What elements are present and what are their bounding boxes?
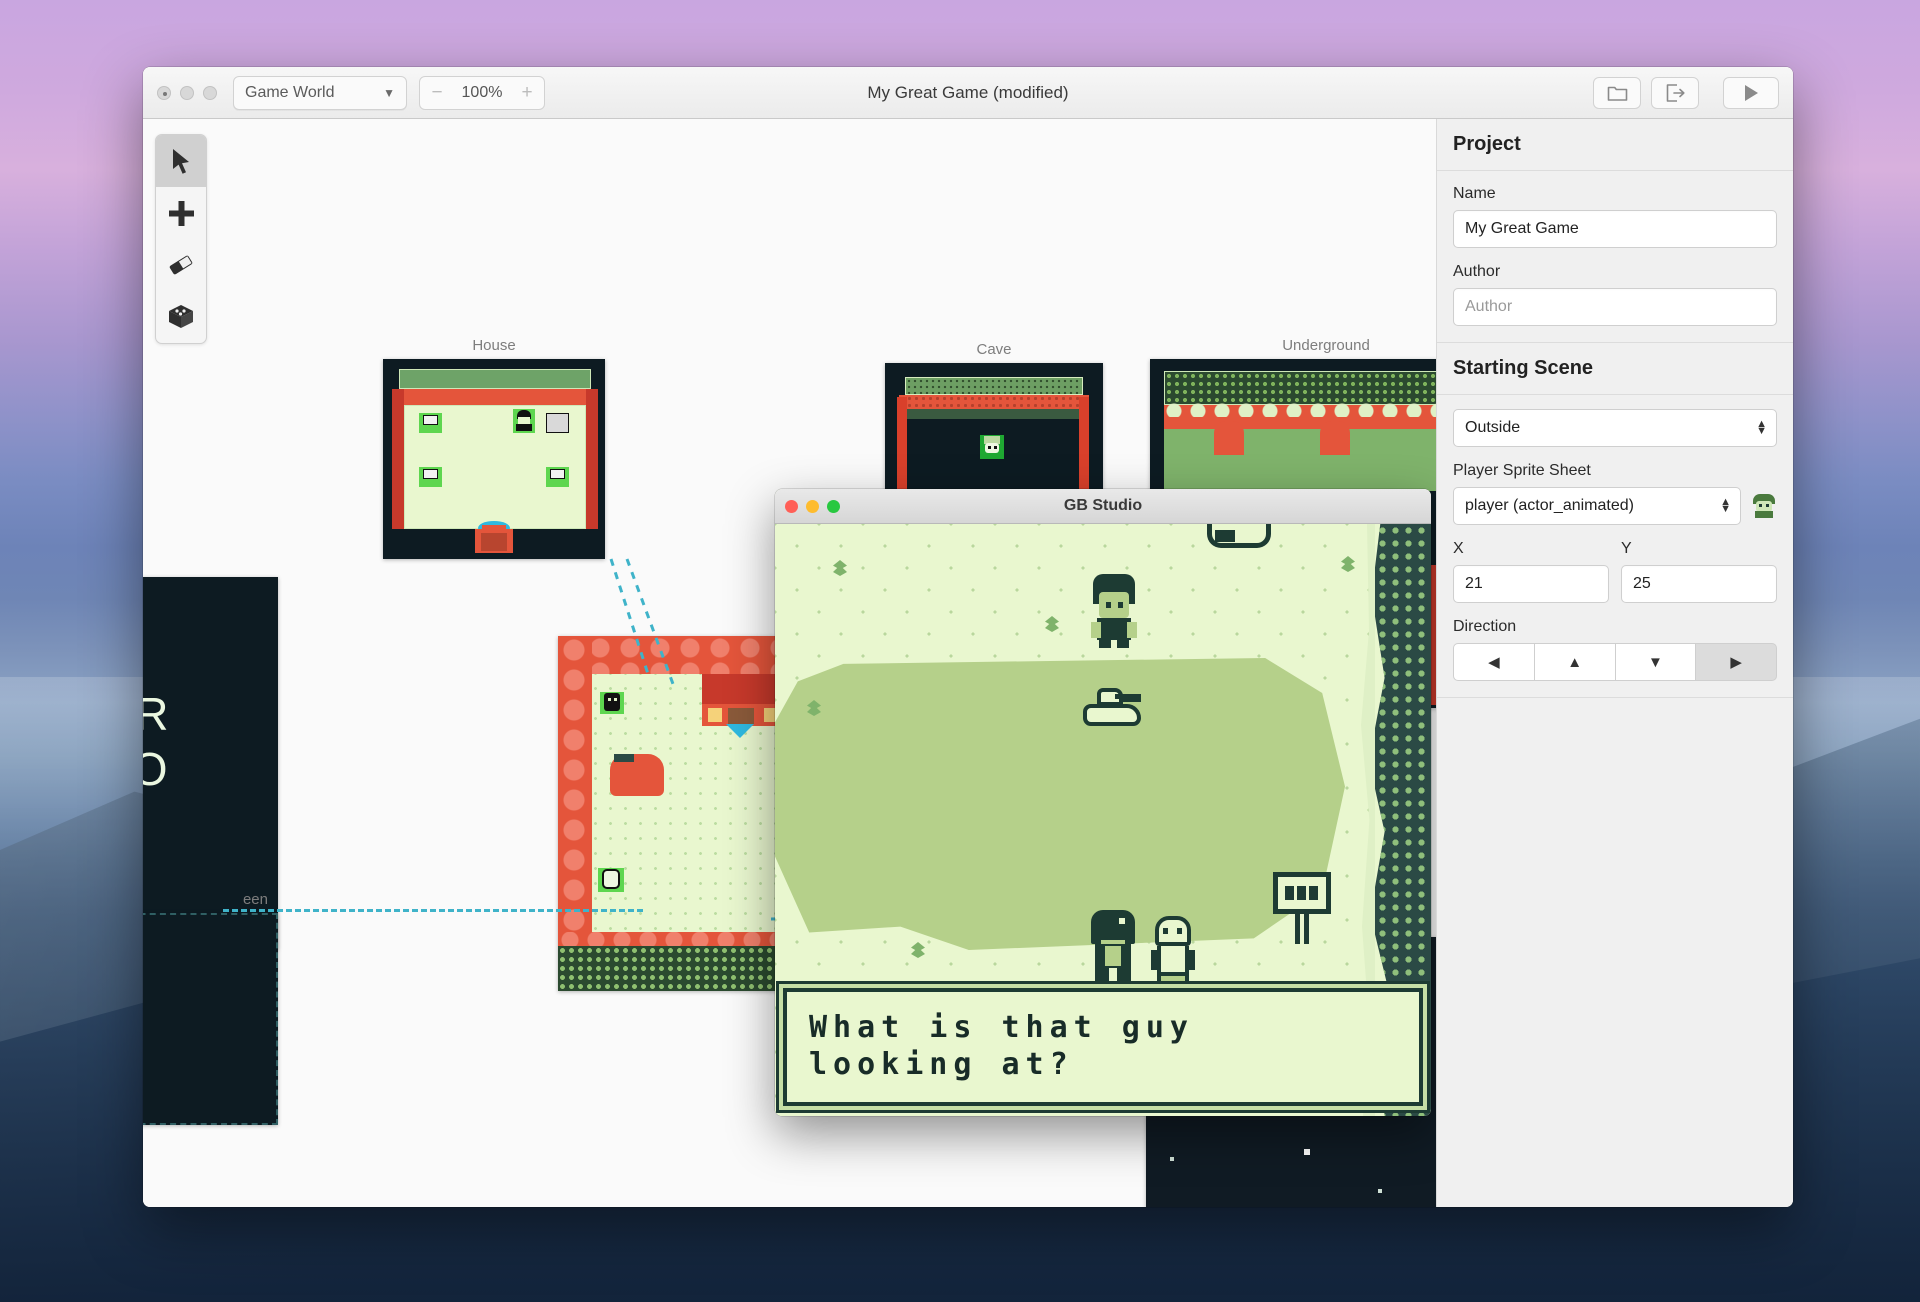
gb-npc-girl — [1149, 916, 1197, 988]
y-label: Y — [1621, 540, 1632, 557]
zoom-in-button[interactable]: + — [516, 82, 538, 104]
scene-underground-label: Underground — [1282, 337, 1370, 354]
scene-cave-image[interactable] — [885, 363, 1103, 493]
stepper-icon: ▲ ▼ — [1720, 496, 1731, 515]
export-icon — [1666, 83, 1685, 102]
direction-up-button[interactable]: ▲ — [1534, 643, 1616, 681]
gb-window-controls[interactable] — [785, 499, 840, 513]
folder-icon — [1607, 86, 1627, 101]
direction-button-group[interactable]: ◀ ▲ ▼ ▶ — [1453, 643, 1777, 681]
name-label: Name — [1453, 185, 1496, 202]
scene-house[interactable]: House — [383, 337, 605, 559]
world-select[interactable]: Game World ▼ — [233, 75, 407, 110]
direction-right-button[interactable]: ▶ — [1696, 643, 1777, 681]
titlebar-actions — [1593, 76, 1779, 109]
player-sprite-row: player (actor_animated) ▲ ▼ — [1453, 487, 1777, 525]
tile-tool[interactable] — [156, 291, 206, 343]
window-titlebar: Game World ▼ − 100% + My Great Game (mod… — [143, 67, 1793, 119]
scene-cave[interactable]: Cave — [885, 341, 1103, 493]
zoom-control[interactable]: − 100% + — [419, 75, 545, 110]
tool-palette[interactable] — [155, 134, 207, 344]
eraser-tool[interactable] — [156, 239, 206, 291]
logo-text-line2: GO — [143, 742, 172, 796]
player-sprite-select[interactable]: player (actor_animated) ▲ ▼ — [1453, 487, 1741, 525]
gb-minimize-button[interactable] — [806, 499, 819, 513]
run-button[interactable] — [1723, 76, 1779, 109]
player-position-row: X 21 Y 25 — [1453, 540, 1777, 603]
open-project-button[interactable] — [1593, 76, 1641, 109]
player-sprite-preview — [1751, 493, 1777, 519]
gb-window-titlebar: GB Studio — [775, 489, 1431, 524]
export-button[interactable] — [1651, 76, 1699, 109]
direction-down-button[interactable]: ▼ — [1615, 643, 1697, 681]
gb-dialogue-box[interactable]: What is that guy looking at? — [783, 988, 1423, 1106]
scene-house-label: House — [472, 337, 516, 354]
world-canvas[interactable]: UR GO een LE EN House — [143, 119, 1437, 1207]
minimize-button[interactable] — [180, 85, 194, 100]
player-sprite-value: player (actor_animated) — [1465, 497, 1634, 514]
gb-maximize-button[interactable] — [827, 499, 840, 513]
add-tool[interactable] — [156, 187, 206, 239]
play-icon — [1745, 84, 1758, 101]
gb-signpost — [1273, 872, 1333, 944]
starting-scene-section: Outside ▲ ▼ Player Sprite Sheet player (a… — [1437, 395, 1793, 698]
player-sprite-label: Player Sprite Sheet — [1453, 462, 1591, 479]
stepper-icon: ▲ ▼ — [1756, 418, 1767, 437]
gb-dialogue-text: What is that guy looking at? — [809, 1010, 1194, 1082]
direction-label: Direction — [1453, 618, 1517, 635]
main-window: Game World ▼ − 100% + My Great Game (mod… — [143, 67, 1793, 1207]
world-select-label: Game World — [245, 83, 335, 101]
cube-icon — [169, 305, 193, 328]
player-y-input[interactable]: 25 — [1621, 565, 1777, 603]
logo-text-line1: UR — [143, 687, 172, 741]
gb-studio-preview-window[interactable]: GB Studio What is that guy looking at? — [775, 489, 1431, 1116]
gb-duck — [1083, 688, 1145, 732]
gb-close-button[interactable] — [785, 499, 798, 513]
starting-scene-header: Starting Scene — [1437, 343, 1793, 395]
plus-icon — [168, 200, 194, 226]
project-name-input[interactable]: My Great Game — [1453, 210, 1777, 248]
window-body: UR GO een LE EN House — [143, 119, 1793, 1207]
author-input[interactable]: Author — [1453, 288, 1777, 326]
scene-title-label: een — [242, 891, 268, 908]
zoom-out-button[interactable]: − — [426, 82, 448, 104]
close-button[interactable] — [157, 85, 171, 100]
scene-title[interactable]: een LE EN — [143, 891, 278, 1125]
project-fields-section: Name My Great Game Author Author — [1437, 171, 1793, 343]
eraser-icon — [169, 255, 193, 275]
direction-left-button[interactable]: ◀ — [1453, 643, 1535, 681]
scene-house-image[interactable] — [383, 359, 605, 559]
zoom-level: 100% — [461, 83, 503, 101]
player-x-input[interactable]: 21 — [1453, 565, 1609, 603]
select-tool[interactable] — [156, 135, 206, 187]
gb-player — [1091, 910, 1137, 986]
project-panel-header: Project — [1437, 119, 1793, 171]
window-controls[interactable] — [157, 85, 217, 100]
starting-scene-select[interactable]: Outside ▲ ▼ — [1453, 409, 1777, 447]
starting-scene-value: Outside — [1465, 419, 1521, 436]
cursor-icon — [172, 148, 189, 174]
author-label: Author — [1453, 263, 1501, 280]
scene-link-title-outside — [223, 909, 643, 912]
gb-clearing — [775, 658, 1345, 950]
scene-title-image[interactable]: LE EN — [143, 913, 278, 1125]
scene-cave-label: Cave — [976, 341, 1012, 358]
gb-window-title: GB Studio — [1063, 497, 1143, 514]
chevron-down-icon: ▼ — [383, 85, 395, 100]
gb-npc-top — [1091, 574, 1137, 648]
project-sidebar: Project Name My Great Game Author Author… — [1437, 119, 1793, 1207]
gb-game-screen[interactable]: What is that guy looking at? — [775, 524, 1431, 1116]
maximize-button[interactable] — [203, 85, 217, 100]
x-label: X — [1453, 540, 1464, 557]
